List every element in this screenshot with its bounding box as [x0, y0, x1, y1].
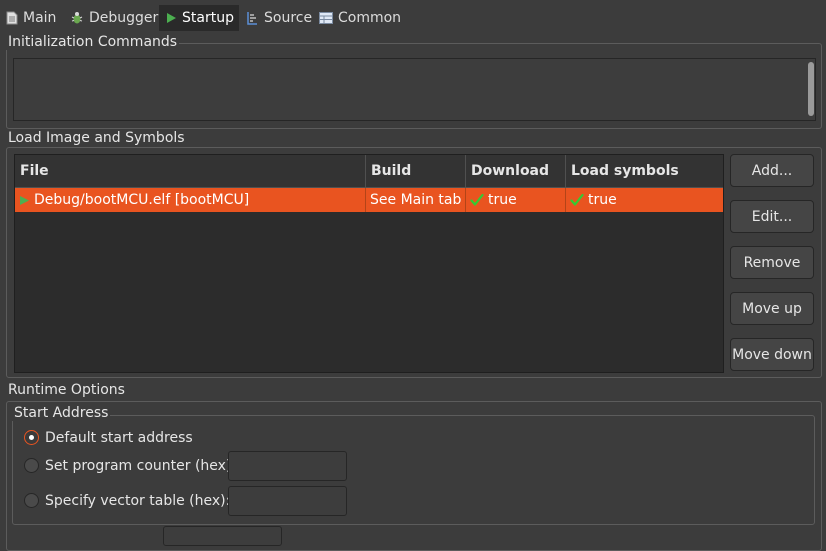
- default-start-address-option[interactable]: Default start address: [24, 428, 193, 447]
- load-symbols-value: true: [588, 192, 617, 208]
- move-up-button[interactable]: Move up: [730, 292, 814, 325]
- file-icon: [6, 11, 18, 25]
- tab-label: Startup: [182, 10, 234, 26]
- program-counter-input[interactable]: [228, 451, 347, 481]
- build-value: See Main tab: [370, 192, 462, 208]
- table-row[interactable]: Debug/bootMCU.elf [bootMCU] See Main tab…: [15, 188, 723, 212]
- move-down-button[interactable]: Move down: [730, 338, 814, 371]
- remove-button[interactable]: Remove: [730, 246, 814, 279]
- cell-download: true: [466, 188, 566, 212]
- edit-button[interactable]: Edit...: [730, 200, 814, 233]
- start-address-title: Start Address: [12, 405, 111, 421]
- tab-label: Main: [23, 10, 57, 26]
- default-start-address-label: Default start address: [45, 429, 193, 446]
- tab-common[interactable]: Common: [313, 5, 407, 31]
- play-icon: [167, 13, 176, 23]
- tab-bar: Main Debugger Startup Source Common: [0, 0, 826, 33]
- tab-label: Common: [338, 10, 402, 26]
- tab-main[interactable]: Main: [0, 5, 62, 31]
- column-header-file[interactable]: File: [15, 155, 366, 188]
- set-program-counter-radio[interactable]: [24, 458, 39, 473]
- play-icon: [20, 195, 29, 205]
- table-header: File Build Download Load symbols: [15, 155, 723, 188]
- column-header-load-symbols[interactable]: Load symbols: [566, 155, 723, 188]
- next-input-partial[interactable]: [163, 526, 282, 546]
- cell-build: See Main tab: [366, 188, 466, 212]
- specify-vector-table-option[interactable]: Specify vector table (hex):: [24, 491, 230, 510]
- default-start-address-radio[interactable]: [24, 430, 39, 445]
- tab-debugger[interactable]: Debugger: [64, 5, 164, 31]
- check-icon: [470, 193, 484, 206]
- cell-file: Debug/bootMCU.elf [bootMCU]: [15, 188, 366, 212]
- cell-load-symbols: true: [566, 188, 723, 212]
- init-commands-textarea[interactable]: [13, 58, 816, 121]
- column-header-build[interactable]: Build: [366, 155, 466, 188]
- check-icon: [570, 193, 584, 206]
- source-icon: [247, 12, 257, 25]
- column-header-download[interactable]: Download: [466, 155, 566, 188]
- set-program-counter-option[interactable]: Set program counter (hex):: [24, 456, 236, 475]
- download-value: true: [488, 192, 517, 208]
- runtime-options-title: Runtime Options: [6, 382, 127, 398]
- tab-source[interactable]: Source: [239, 5, 318, 31]
- file-name: Debug/bootMCU.elf [bootMCU]: [34, 192, 250, 208]
- init-commands-title: Initialization Commands: [6, 34, 180, 50]
- table-icon: [319, 12, 333, 24]
- bug-icon: [71, 12, 83, 24]
- load-image-table: File Build Download Load symbols Debug/b…: [14, 154, 724, 373]
- add-button[interactable]: Add...: [730, 154, 814, 187]
- specify-vector-table-label: Specify vector table (hex):: [45, 492, 231, 509]
- init-commands-scrollbar[interactable]: [808, 62, 814, 116]
- tab-label: Debugger: [89, 10, 159, 26]
- vector-table-input[interactable]: [228, 486, 347, 516]
- specify-vector-table-radio[interactable]: [24, 493, 39, 508]
- tab-startup[interactable]: Startup: [159, 5, 239, 31]
- set-program-counter-label: Set program counter (hex):: [45, 457, 237, 474]
- tab-label: Source: [264, 10, 313, 26]
- load-image-title: Load Image and Symbols: [6, 130, 187, 146]
